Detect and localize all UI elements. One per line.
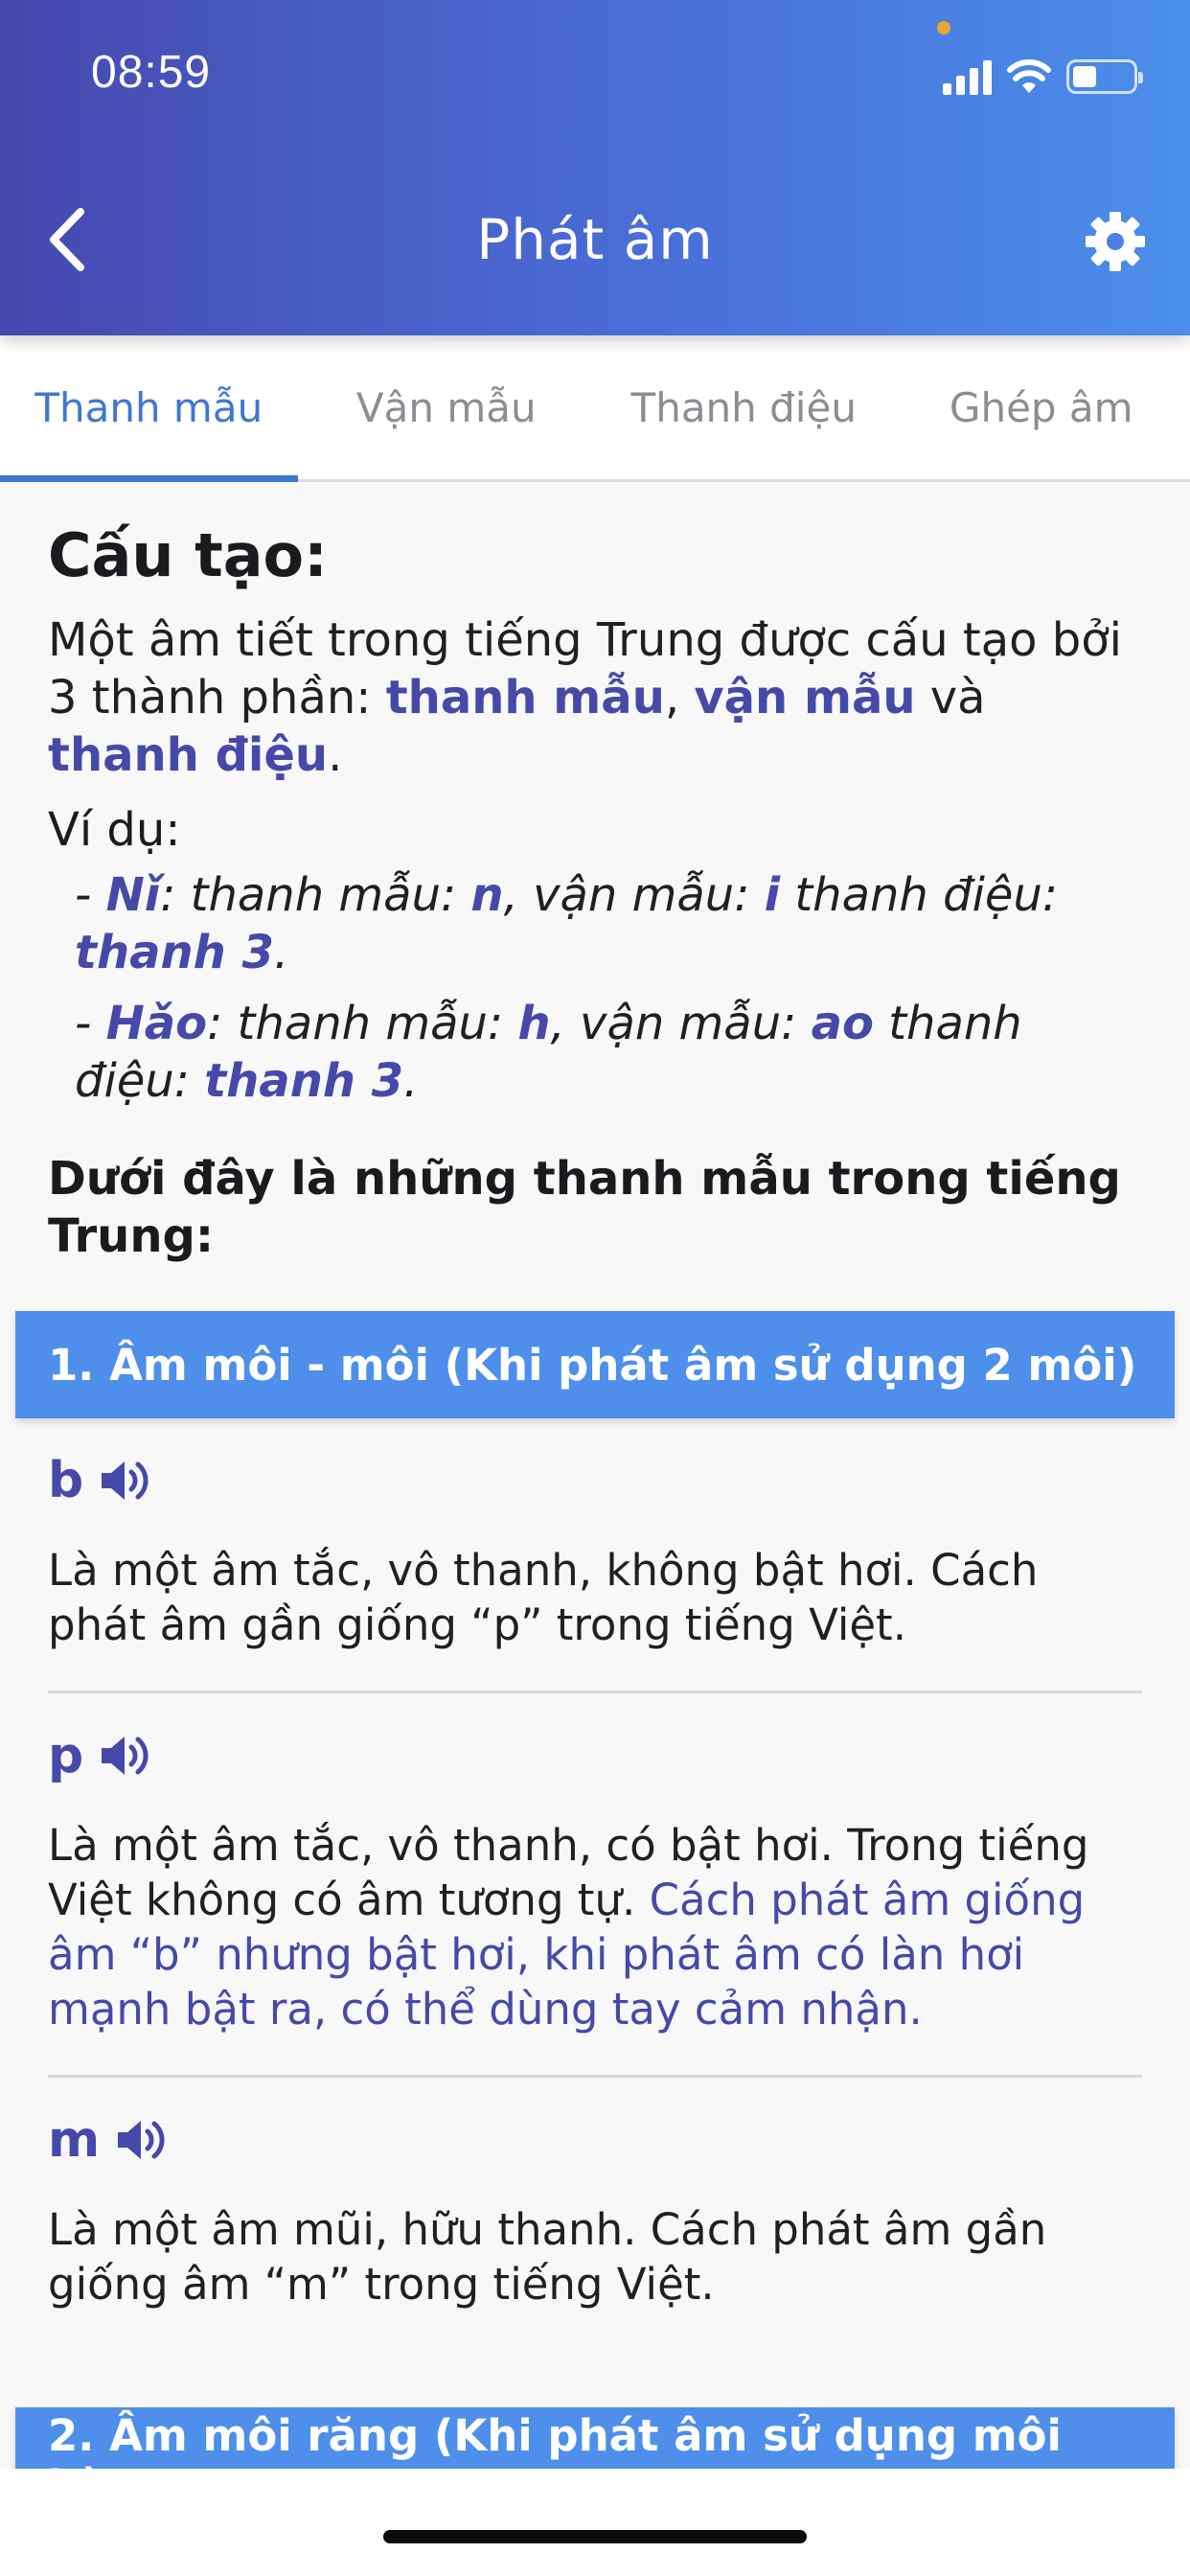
content-scroll[interactable]: Cấu tạo: Một âm tiết trong tiếng Trung đ… <box>0 482 1190 2469</box>
example-label: Ví dụ: <box>48 803 181 857</box>
initial-description: Là một âm tắc, vô thanh, có bật hơi. Tro… <box>48 1818 1142 2078</box>
keyword-thanh-mau: thanh mẫu <box>385 671 665 724</box>
group-header-labial: 1. Âm môi - môi (Khi phát âm sử dụng 2 m… <box>15 1311 1175 1418</box>
play-audio-button[interactable] <box>99 1732 152 1780</box>
example-period: . <box>273 926 289 979</box>
home-indicator-area <box>0 2469 1190 2576</box>
keyword-van-mau: vận mẫu <box>694 671 916 724</box>
tab-bar: Thanh mẫu Vận mẫu Thanh điệu Ghép âm <box>0 335 1190 482</box>
example-hao: - Hǎo: thanh mẫu: h, vận mẫu: ao thanh đ… <box>75 995 1142 1110</box>
example-syllable: Nǐ <box>105 868 161 922</box>
example-initial: n <box>470 868 504 922</box>
privacy-indicator-dot <box>937 21 950 34</box>
example-final: ao <box>811 997 874 1050</box>
example-text: thanh điệu: <box>780 868 1059 922</box>
example-text: , vận mẫu: <box>503 868 765 922</box>
play-audio-button[interactable] <box>115 2116 169 2164</box>
initial-letter: m <box>48 2111 101 2169</box>
initial-entry-m: m Là một âm mũi, hữu thanh. Cách phát âm… <box>0 2078 1190 2350</box>
status-time: 08:59 <box>91 47 212 98</box>
example-tone: thanh 3 <box>204 1054 404 1108</box>
cellular-signal-icon <box>943 58 992 95</box>
speaker-icon <box>118 2121 165 2159</box>
status-icons <box>943 56 1143 98</box>
group-header-labiodental: 2. Âm môi răng (Khi phát âm sử dụng môi … <box>15 2407 1175 2469</box>
tab-van-mau[interactable]: Vận mẫu <box>298 335 596 479</box>
section-heading: Cấu tạo: <box>48 520 328 590</box>
intro-paragraph: Một âm tiết trong tiếng Trung được cấu t… <box>48 611 1142 784</box>
tab-thanh-mau[interactable]: Thanh mẫu <box>0 335 298 482</box>
example-tone: thanh 3 <box>75 926 274 979</box>
example-final: i <box>764 868 781 922</box>
gear-icon <box>1086 212 1145 271</box>
tab-ghep-am[interactable]: Ghép âm <box>893 335 1190 479</box>
example-text: , vận mẫu: <box>550 997 812 1050</box>
initials-list-intro: Dưới đây là những thanh mẫu trong tiếng … <box>48 1152 1121 1263</box>
speaker-icon <box>102 1736 149 1775</box>
example-text: : thanh mẫu: <box>207 997 518 1050</box>
speaker-icon <box>102 1461 149 1500</box>
battery-icon <box>1066 59 1143 94</box>
and-word: và <box>915 671 986 724</box>
example-syllable: Hǎo <box>105 997 208 1050</box>
example-ni: - Nǐ: thanh mẫu: n, vận mẫu: i thanh điệ… <box>75 866 1142 981</box>
initial-description: Là một âm tắc, vô thanh, không bật hơi. … <box>48 1543 1142 1693</box>
comma: , <box>664 671 695 724</box>
example-initial: h <box>517 997 551 1050</box>
home-indicator[interactable] <box>383 2530 807 2543</box>
settings-button[interactable] <box>1077 203 1154 280</box>
initial-description: Là một âm mũi, hữu thanh. Cách phát âm g… <box>48 2204 1047 2310</box>
initial-letter: b <box>48 1452 84 1509</box>
period: . <box>328 728 343 782</box>
example-dash: - <box>75 997 106 1050</box>
tab-thanh-dieu[interactable]: Thanh điệu <box>595 335 893 479</box>
initial-entry-p: p Là một âm tắc, vô thanh, có bật hơi. T… <box>0 1693 1190 2078</box>
wifi-icon <box>1007 59 1051 93</box>
play-audio-button[interactable] <box>99 1457 152 1505</box>
initial-letter: p <box>48 1727 84 1784</box>
initial-entry-b: b Là một âm tắc, vô thanh, không bật hơi… <box>0 1418 1190 1693</box>
example-dash: - <box>75 868 106 922</box>
page-title: Phát âm <box>476 207 714 272</box>
keyword-thanh-dieu: thanh điệu <box>48 728 329 782</box>
app-header: 08:59 Phát âm <box>0 0 1190 335</box>
example-text: : thanh mẫu: <box>160 868 471 922</box>
example-period: . <box>403 1054 419 1108</box>
